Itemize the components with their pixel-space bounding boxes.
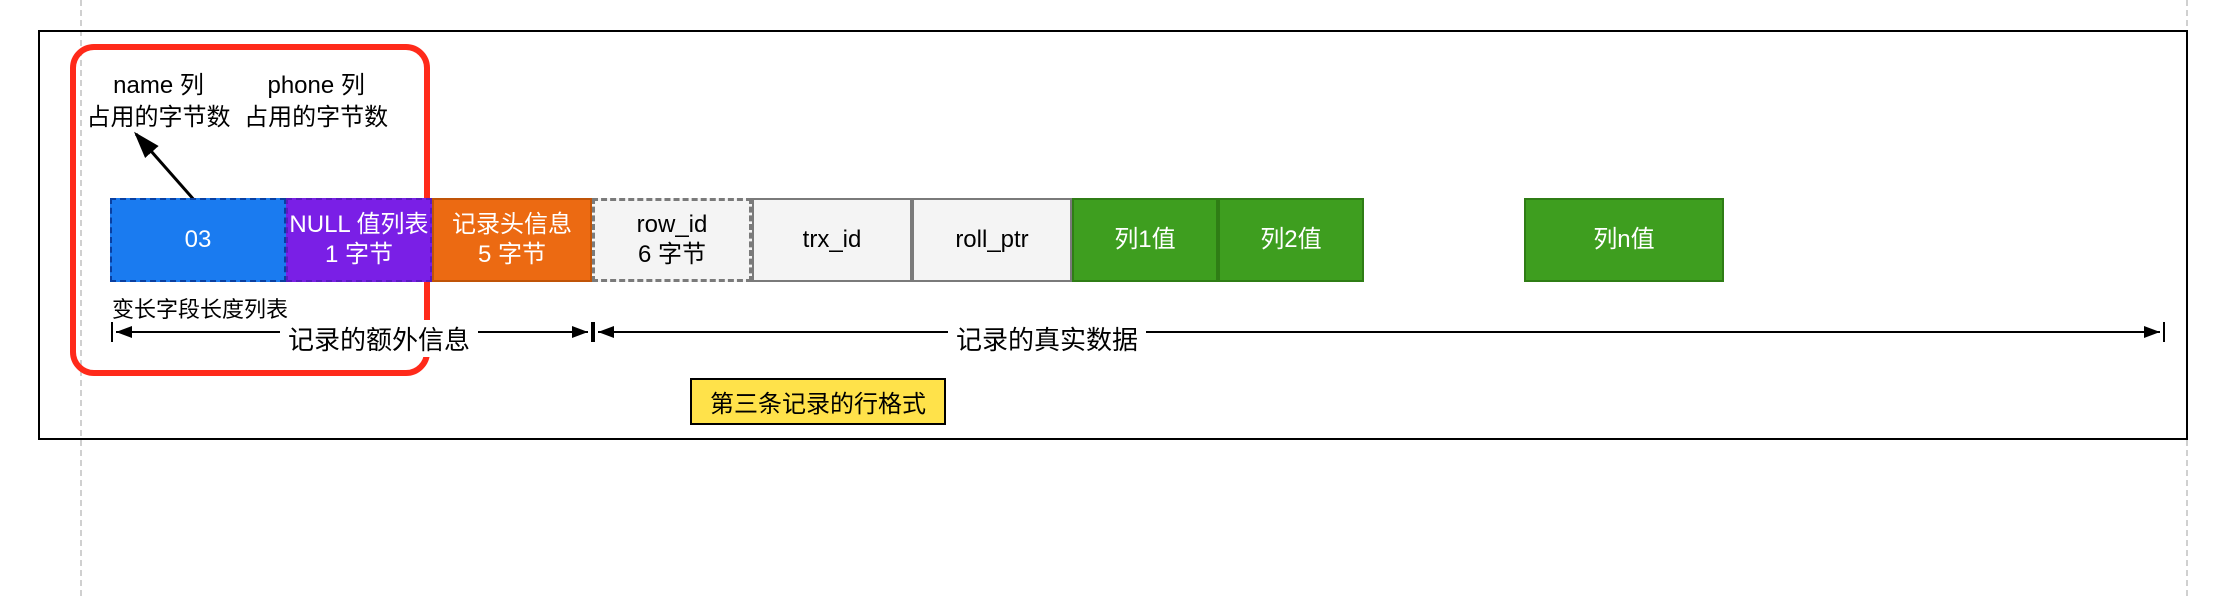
anno-phone-line1: phone 列 [267, 72, 364, 99]
cell-coln: 列n值 [1524, 198, 1724, 282]
cell-null-line1: NULL 值列表 [289, 210, 428, 240]
range-real-label: 记录的真实数据 [948, 320, 1146, 357]
cell-trxid: trx_id [752, 198, 912, 282]
column-byte-annotations: name 列 占用的字节数 phone 列 占用的字节数 [86, 70, 426, 135]
diagram-caption: 第三条记录的行格式 [690, 378, 946, 425]
record-row: 03 NULL 值列表 1 字节 记录头信息 5 字节 row_id 6 字节 … [110, 198, 1724, 282]
cell-rowid: row_id 6 字节 [592, 198, 752, 282]
cell-roll-label: roll_ptr [955, 225, 1028, 255]
cell-header-line2: 5 字节 [478, 240, 546, 270]
cell-varlen-label: 03 [185, 225, 212, 255]
range-extra-label: 记录的额外信息 [280, 320, 478, 357]
cell-varlen: 03 [110, 198, 286, 282]
gap-ellipsis [1364, 198, 1524, 282]
anno-name-line1: name 列 [113, 72, 204, 99]
cell-null-list: NULL 值列表 1 字节 [286, 198, 432, 282]
cell-col2-label: 列2值 [1260, 225, 1321, 255]
anno-phone-line2: 占用的字节数 [244, 104, 388, 131]
cell-rollptr: roll_ptr [912, 198, 1072, 282]
cell-coln-label: 列n值 [1593, 225, 1654, 255]
cell-trx-label: trx_id [803, 225, 862, 255]
cell-null-line2: 1 字节 [325, 240, 393, 270]
cell-rowid-line2: 6 字节 [638, 240, 706, 270]
cell-col2: 列2值 [1218, 198, 1364, 282]
cell-header-line1: 记录头信息 [452, 210, 572, 240]
cell-rowid-line1: row_id [637, 210, 708, 240]
cell-col1: 列1值 [1072, 198, 1218, 282]
cell-col1-label: 列1值 [1114, 225, 1175, 255]
cell-record-header: 记录头信息 5 字节 [432, 198, 592, 282]
